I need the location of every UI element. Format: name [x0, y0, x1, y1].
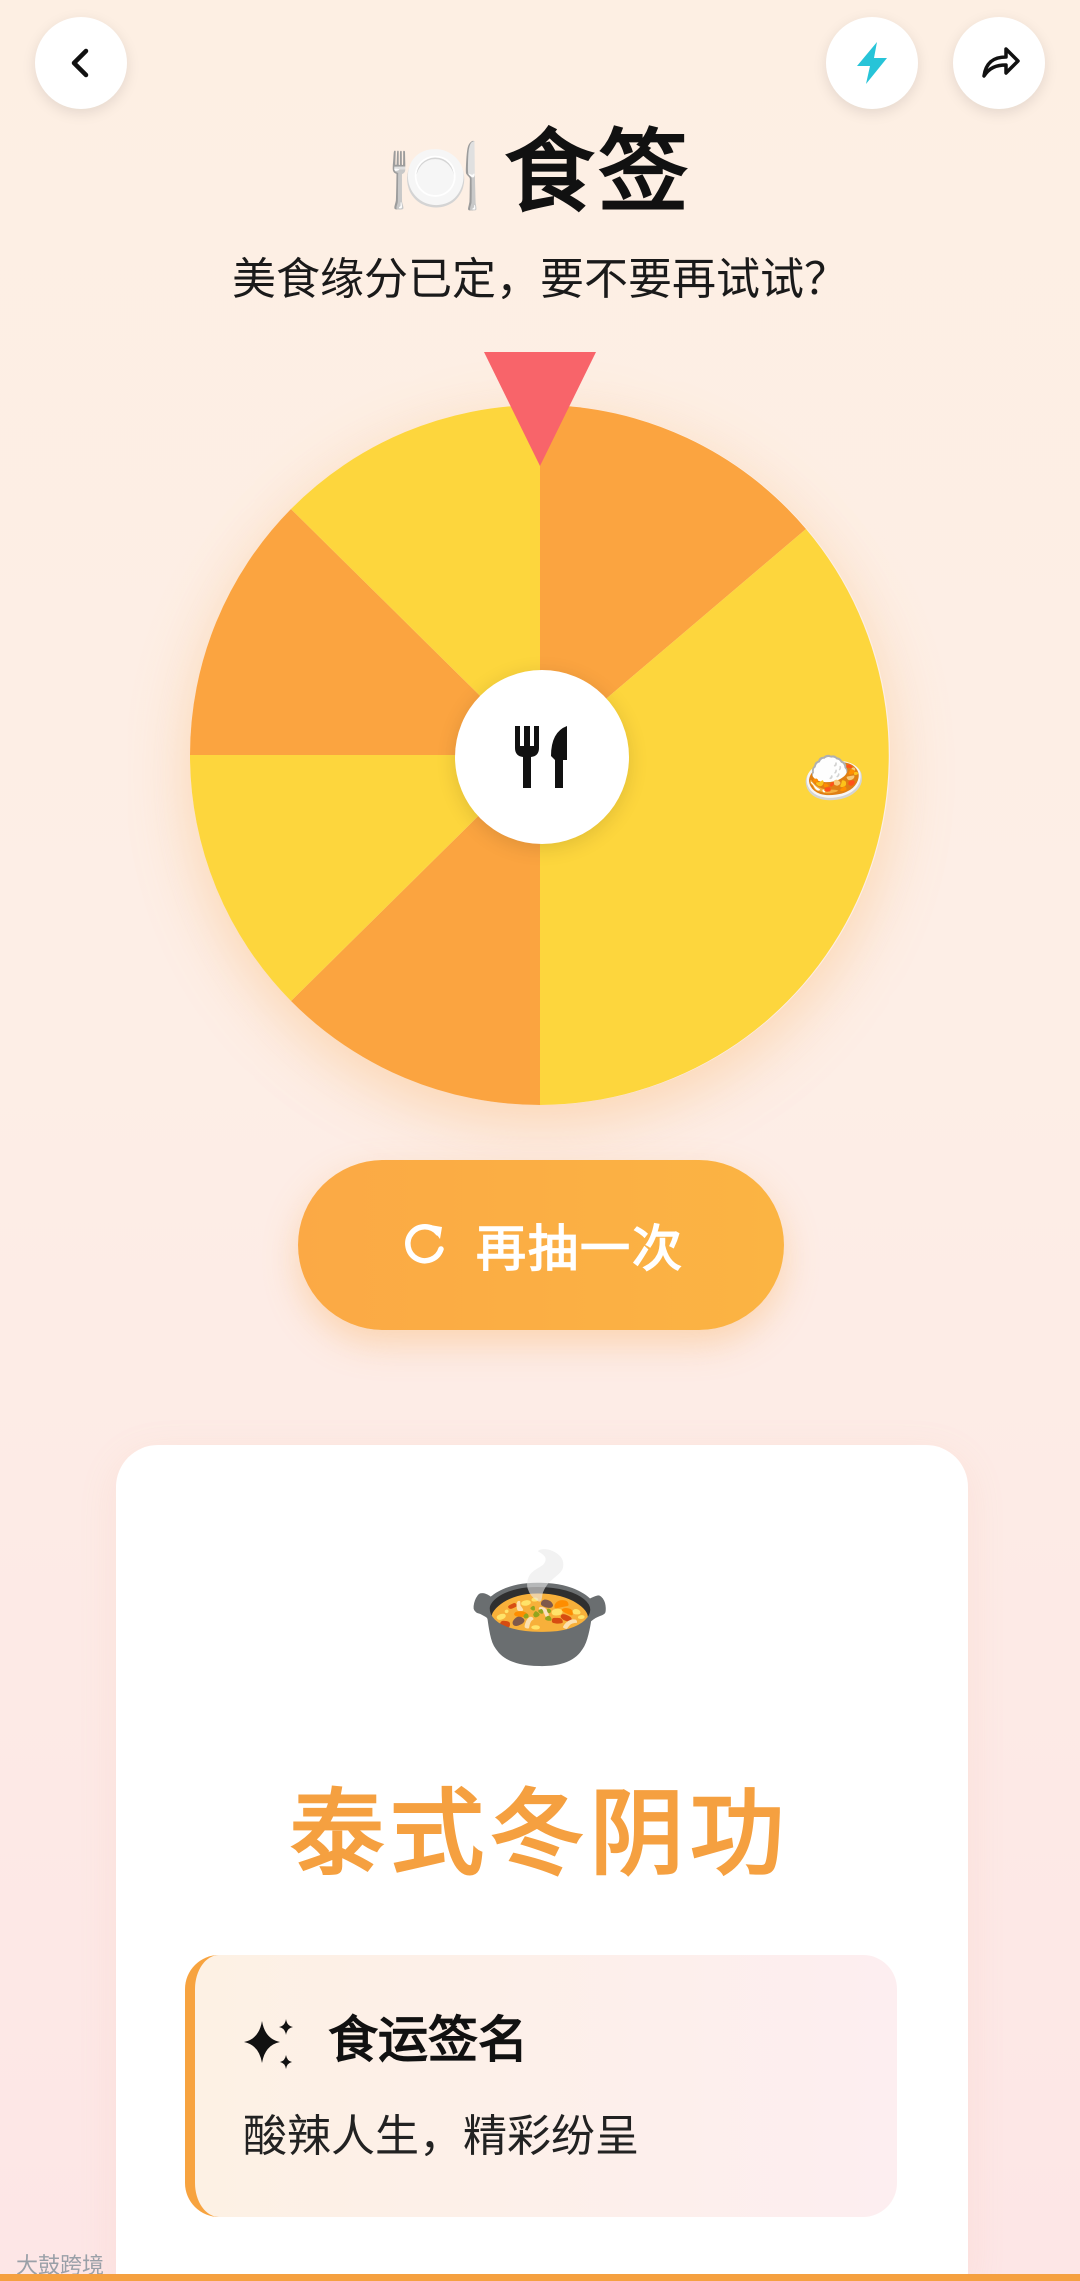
sparkles-icon [244, 2019, 293, 2069]
back-button[interactable] [35, 17, 127, 109]
pointer-triangle-icon [484, 352, 596, 466]
fortune-box [185, 1955, 897, 2217]
result-dish-name: 泰式冬阴功 [289, 1780, 790, 1889]
fortune-title: 食运签名 [328, 2011, 528, 2069]
page-title: 🍽️ 食签 [0, 118, 1080, 232]
page-subtitle: 美食缘分已定，要不要再试试？ [232, 254, 848, 305]
fork-knife-icon [515, 726, 567, 788]
fortune-text: 酸辣人生，精彩纷呈 [243, 2111, 639, 2162]
title-text: 食签 [504, 120, 693, 225]
respin-label: 再抽一次 [476, 1220, 684, 1278]
lightning-icon [857, 42, 887, 84]
chevron-left-icon [71, 48, 89, 78]
plate-cutlery-icon: 🍽️ [387, 132, 487, 221]
share-button[interactable] [953, 17, 1045, 109]
wheel-hub[interactable] [455, 670, 629, 844]
respin-button[interactable]: 再抽一次 [298, 1160, 784, 1330]
segment-emoji: 🍛 [798, 744, 870, 812]
share-arrow-icon [982, 47, 1020, 78]
refresh-icon [405, 1224, 444, 1264]
flash-button[interactable] [826, 17, 918, 109]
stew-pot-icon: 🍲 [465, 1540, 615, 1679]
bottom-accent-line [0, 2274, 1080, 2281]
